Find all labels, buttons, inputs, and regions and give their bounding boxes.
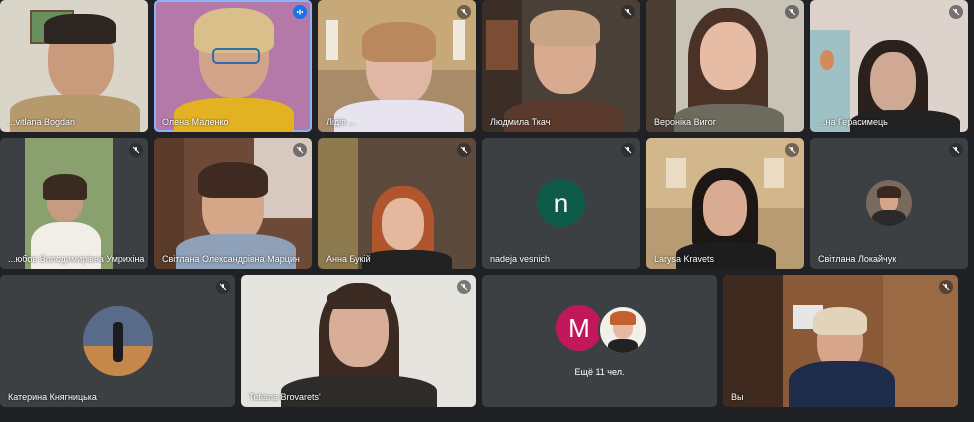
mic-off-icon: [785, 5, 799, 19]
avatar: [866, 180, 912, 226]
self-view-tile[interactable]: Вы: [723, 275, 958, 407]
participant-video: [154, 0, 312, 132]
participant-name: ...юбов Володимирівна Умрихіна: [8, 254, 145, 264]
avatar: [83, 306, 153, 376]
participant-name: ...на Герасимець: [818, 117, 888, 127]
participant-name: Вы: [731, 392, 744, 402]
participant-tile[interactable]: Людмила Ткач: [482, 0, 640, 132]
participant-tile[interactable]: Олена Маленко: [154, 0, 312, 132]
participant-name: nadeja vesnich: [490, 254, 551, 264]
mic-off-icon: [621, 5, 635, 19]
mic-off-icon: [457, 143, 471, 157]
mic-off-icon: [621, 143, 635, 157]
avatar: [598, 305, 648, 355]
mic-off-icon: [457, 5, 471, 19]
participant-video: [318, 138, 476, 269]
participant-video: [318, 0, 476, 132]
mic-off-icon: [216, 280, 230, 294]
mic-off-icon: [785, 143, 799, 157]
participant-tile[interactable]: ...на Герасимець: [810, 0, 968, 132]
participant-video: [810, 0, 968, 132]
participant-video: [25, 138, 113, 269]
participant-tile[interactable]: Larysa Kravets: [646, 138, 804, 269]
participant-video: [482, 0, 640, 132]
participant-tile[interactable]: Катерина Княгницька: [0, 275, 235, 407]
participant-tile[interactable]: Вероніка Вигог: [646, 0, 804, 132]
mic-off-icon: [293, 143, 307, 157]
mic-off-icon: [457, 280, 471, 294]
participant-name: Світлана Локайчук: [818, 254, 897, 264]
participant-name: Larysa Kravets: [654, 254, 715, 264]
participant-name: Tetiana Brovarets': [249, 392, 321, 402]
mic-off-icon: [129, 143, 143, 157]
participant-tile[interactable]: Світлана Олександрівна Марцин: [154, 138, 312, 269]
participant-tile[interactable]: n nadeja vesnich: [482, 138, 640, 269]
more-participants-tile[interactable]: M Ещё 11 чел.: [482, 275, 717, 407]
participant-name: Світлана Олександрівна Марцин: [162, 254, 300, 264]
mic-off-icon: [939, 280, 953, 294]
participant-name: Лідія ...: [326, 117, 357, 127]
participant-tile[interactable]: Tetiana Brovarets': [241, 275, 476, 407]
participant-video: [241, 275, 476, 407]
participant-name: Олена Маленко: [162, 117, 229, 127]
participant-name: ...vitlana Bogdan: [8, 117, 76, 127]
audio-bars-icon: [293, 5, 307, 19]
participant-video: [0, 0, 148, 132]
participant-name: Вероніка Вигог: [654, 117, 717, 127]
mic-off-icon: [949, 143, 963, 157]
participant-tile[interactable]: Анна Букій: [318, 138, 476, 269]
avatar: M: [556, 305, 602, 351]
participant-tile[interactable]: ...vitlana Bogdan: [0, 0, 148, 132]
mic-off-icon: [949, 5, 963, 19]
participant-video: [154, 138, 312, 269]
participant-video: [646, 0, 804, 132]
avatar: n: [537, 179, 585, 227]
participant-tile[interactable]: ...юбов Володимирівна Умрихіна: [0, 138, 148, 269]
participant-video: [646, 138, 804, 269]
more-participants-label: Ещё 11 чел.: [574, 367, 625, 377]
participant-tile[interactable]: Лідія ...: [318, 0, 476, 132]
participant-name: Людмила Ткач: [490, 117, 551, 127]
participant-name: Анна Букій: [326, 254, 371, 264]
participant-tile[interactable]: Світлана Локайчук: [810, 138, 968, 269]
participant-video: [723, 275, 958, 407]
participant-name: Катерина Княгницька: [8, 392, 97, 402]
